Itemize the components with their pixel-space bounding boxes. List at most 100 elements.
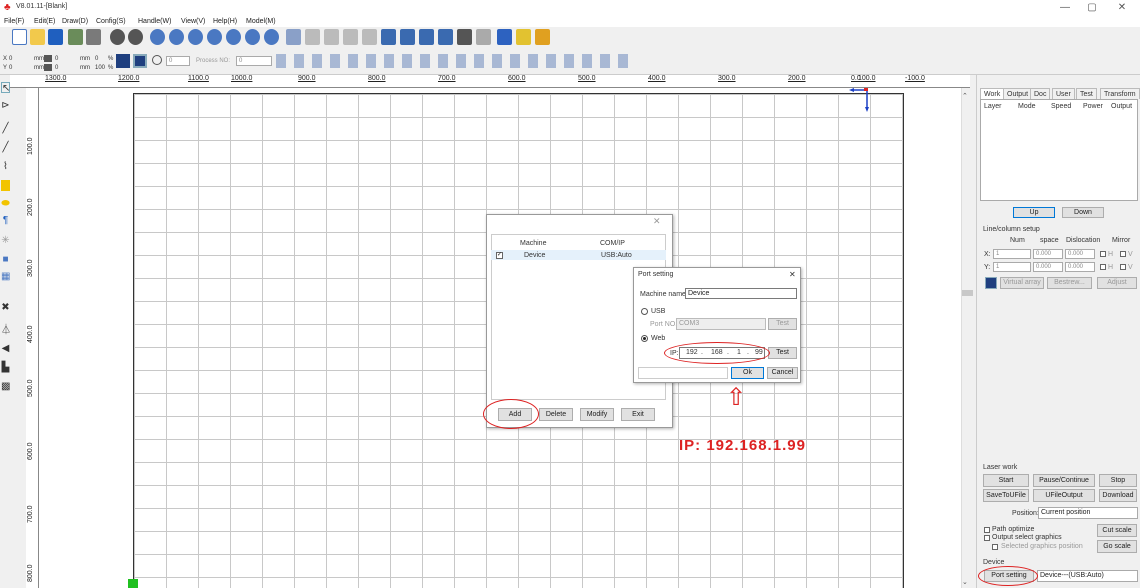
zoom-out-icon[interactable] bbox=[169, 29, 184, 45]
x-space-input[interactable]: 0.000 bbox=[1033, 249, 1063, 259]
magic-icon[interactable] bbox=[535, 29, 550, 45]
device-select[interactable]: Device---(USB:Auto) bbox=[1037, 570, 1138, 582]
align-toolbar-icons[interactable] bbox=[276, 54, 636, 68]
group-icon[interactable] bbox=[400, 29, 415, 45]
save-to-ufile-button[interactable]: SaveToUFile bbox=[983, 489, 1029, 502]
download-button[interactable]: Download bbox=[1099, 489, 1137, 502]
tab-user[interactable]: User bbox=[1052, 88, 1075, 99]
port-dialog-close-button[interactable]: ✕ bbox=[789, 270, 796, 279]
virtual-array-button[interactable]: Virtual array bbox=[1000, 277, 1044, 289]
selected-pos-checkbox[interactable] bbox=[992, 544, 998, 550]
process-input[interactable]: 0 bbox=[236, 56, 272, 66]
y-space-input[interactable]: 0.000 bbox=[1033, 262, 1063, 272]
open-folder-icon[interactable] bbox=[30, 29, 45, 45]
usb-test-button[interactable]: Test bbox=[768, 318, 797, 330]
grid-snap-icon[interactable] bbox=[116, 54, 130, 68]
scrollbar-thumb[interactable] bbox=[962, 290, 973, 296]
mirror-h-tool-icon[interactable]: ⏃ bbox=[1, 325, 11, 336]
node-icon[interactable] bbox=[305, 29, 320, 45]
lock-height-icon[interactable] bbox=[44, 64, 52, 71]
text-tool-icon[interactable]: ¶ bbox=[1, 215, 10, 226]
height-value[interactable]: 0 bbox=[55, 65, 58, 71]
pen-icon[interactable] bbox=[324, 29, 339, 45]
mirror-h-y-checkbox[interactable] bbox=[1100, 264, 1106, 270]
mirror-v-tool-icon[interactable]: ◀ bbox=[1, 343, 10, 354]
machine-dialog-close-button[interactable]: ✕ bbox=[653, 216, 661, 227]
undo-icon[interactable] bbox=[110, 29, 125, 45]
curve-tool-icon[interactable]: ⌇ bbox=[1, 161, 10, 172]
position-select[interactable]: Current position bbox=[1038, 507, 1138, 519]
node-edit-tool-icon[interactable]: ⊳ bbox=[1, 100, 10, 111]
polyline-tool-icon[interactable]: ╱ bbox=[1, 142, 10, 153]
machine-name-input[interactable]: Device bbox=[685, 288, 797, 299]
zoom-data-icon[interactable] bbox=[245, 29, 260, 45]
tab-transform[interactable]: Transform bbox=[1100, 88, 1140, 99]
save-icon[interactable] bbox=[48, 29, 63, 45]
square-icon[interactable] bbox=[381, 29, 396, 45]
menu-config[interactable]: Config(S) bbox=[96, 17, 126, 26]
menu-file[interactable]: File(F) bbox=[4, 17, 24, 26]
go-scale-button[interactable]: Go scale bbox=[1097, 540, 1137, 553]
rotate-icon[interactable] bbox=[152, 55, 162, 65]
menu-edit[interactable]: Edit(E) bbox=[34, 17, 55, 26]
path-optimize-checkbox[interactable] bbox=[984, 527, 990, 533]
menu-handle[interactable]: Handle(W) bbox=[138, 17, 171, 26]
zoom-work-icon[interactable] bbox=[264, 29, 279, 45]
stop-button[interactable]: Stop bbox=[1099, 474, 1137, 487]
select-rect-icon[interactable] bbox=[286, 29, 301, 45]
ellipse-tool-icon[interactable]: ⬬ bbox=[1, 198, 10, 209]
menu-model[interactable]: Model(M) bbox=[246, 17, 276, 26]
y-value[interactable]: 0 bbox=[9, 65, 12, 71]
line-tool-icon[interactable]: ╱ bbox=[1, 123, 10, 134]
image-tool-icon[interactable]: ■ bbox=[1, 254, 10, 265]
rectangle-tool-icon[interactable] bbox=[1, 180, 10, 191]
layer-up-button[interactable]: Up bbox=[1013, 207, 1055, 218]
frame-icon[interactable] bbox=[133, 54, 147, 68]
layer-table[interactable] bbox=[980, 99, 1138, 201]
redo-icon[interactable] bbox=[128, 29, 143, 45]
x-disl-input[interactable]: 0.000 bbox=[1065, 249, 1095, 259]
align-icon[interactable] bbox=[419, 29, 434, 45]
curve-icon[interactable] bbox=[343, 29, 358, 45]
lock-width-icon[interactable] bbox=[44, 55, 52, 62]
properties-icon[interactable] bbox=[476, 29, 491, 45]
close-window-button[interactable]: ✕ bbox=[1110, 1, 1134, 15]
ufile-output-button[interactable]: UFileOutput bbox=[1033, 489, 1095, 502]
tab-output[interactable]: Output bbox=[1003, 88, 1033, 99]
port-no-select[interactable]: COM3 bbox=[676, 318, 766, 330]
x-num-input[interactable]: 1 bbox=[993, 249, 1031, 259]
canvas-vertical-scrollbar[interactable] bbox=[961, 88, 974, 588]
y-num-input[interactable]: 1 bbox=[993, 262, 1031, 272]
mirror-v-y-checkbox[interactable] bbox=[1120, 264, 1126, 270]
scroll-down-icon[interactable]: ⌄ bbox=[962, 578, 968, 586]
zoom-select-icon[interactable] bbox=[207, 29, 222, 45]
y-disl-input[interactable]: 0.000 bbox=[1065, 262, 1095, 272]
maximize-button[interactable]: ▢ bbox=[1080, 1, 1104, 15]
star-icon[interactable] bbox=[516, 29, 531, 45]
machine-row-checkbox[interactable]: ✓ bbox=[496, 252, 503, 259]
star-tool-icon[interactable]: ✳ bbox=[1, 235, 10, 246]
minimize-button[interactable]: — bbox=[1053, 1, 1077, 15]
mirror-v-x-checkbox[interactable] bbox=[1120, 251, 1126, 257]
zoom-page-icon[interactable] bbox=[188, 29, 203, 45]
array-tool-icon[interactable]: ▩ bbox=[1, 381, 10, 392]
rotate-input[interactable]: 0 bbox=[166, 56, 190, 66]
web-test-button[interactable]: Test bbox=[768, 347, 797, 359]
cancel-button[interactable]: Cancel bbox=[767, 367, 798, 379]
exit-button[interactable]: Exit bbox=[621, 408, 655, 421]
web-radio[interactable] bbox=[641, 335, 648, 342]
usb-radio[interactable] bbox=[641, 308, 648, 315]
delete-button[interactable]: Delete bbox=[539, 408, 573, 421]
new-file-icon[interactable] bbox=[12, 29, 27, 45]
distribute-icon[interactable] bbox=[438, 29, 453, 45]
ok-button[interactable]: Ok bbox=[731, 367, 764, 379]
grid-tool-icon[interactable]: ▦ bbox=[1, 271, 10, 282]
machine-row[interactable] bbox=[491, 250, 666, 260]
start-button[interactable]: Start bbox=[983, 474, 1029, 487]
scale-y-value[interactable]: 100 bbox=[95, 65, 105, 71]
monitor-icon[interactable] bbox=[497, 29, 512, 45]
tab-test[interactable]: Test bbox=[1076, 88, 1097, 99]
menu-draw[interactable]: Draw(D) bbox=[62, 17, 88, 26]
menu-help[interactable]: Help(H) bbox=[213, 17, 237, 26]
scale-x-value[interactable]: 0 bbox=[95, 56, 98, 62]
